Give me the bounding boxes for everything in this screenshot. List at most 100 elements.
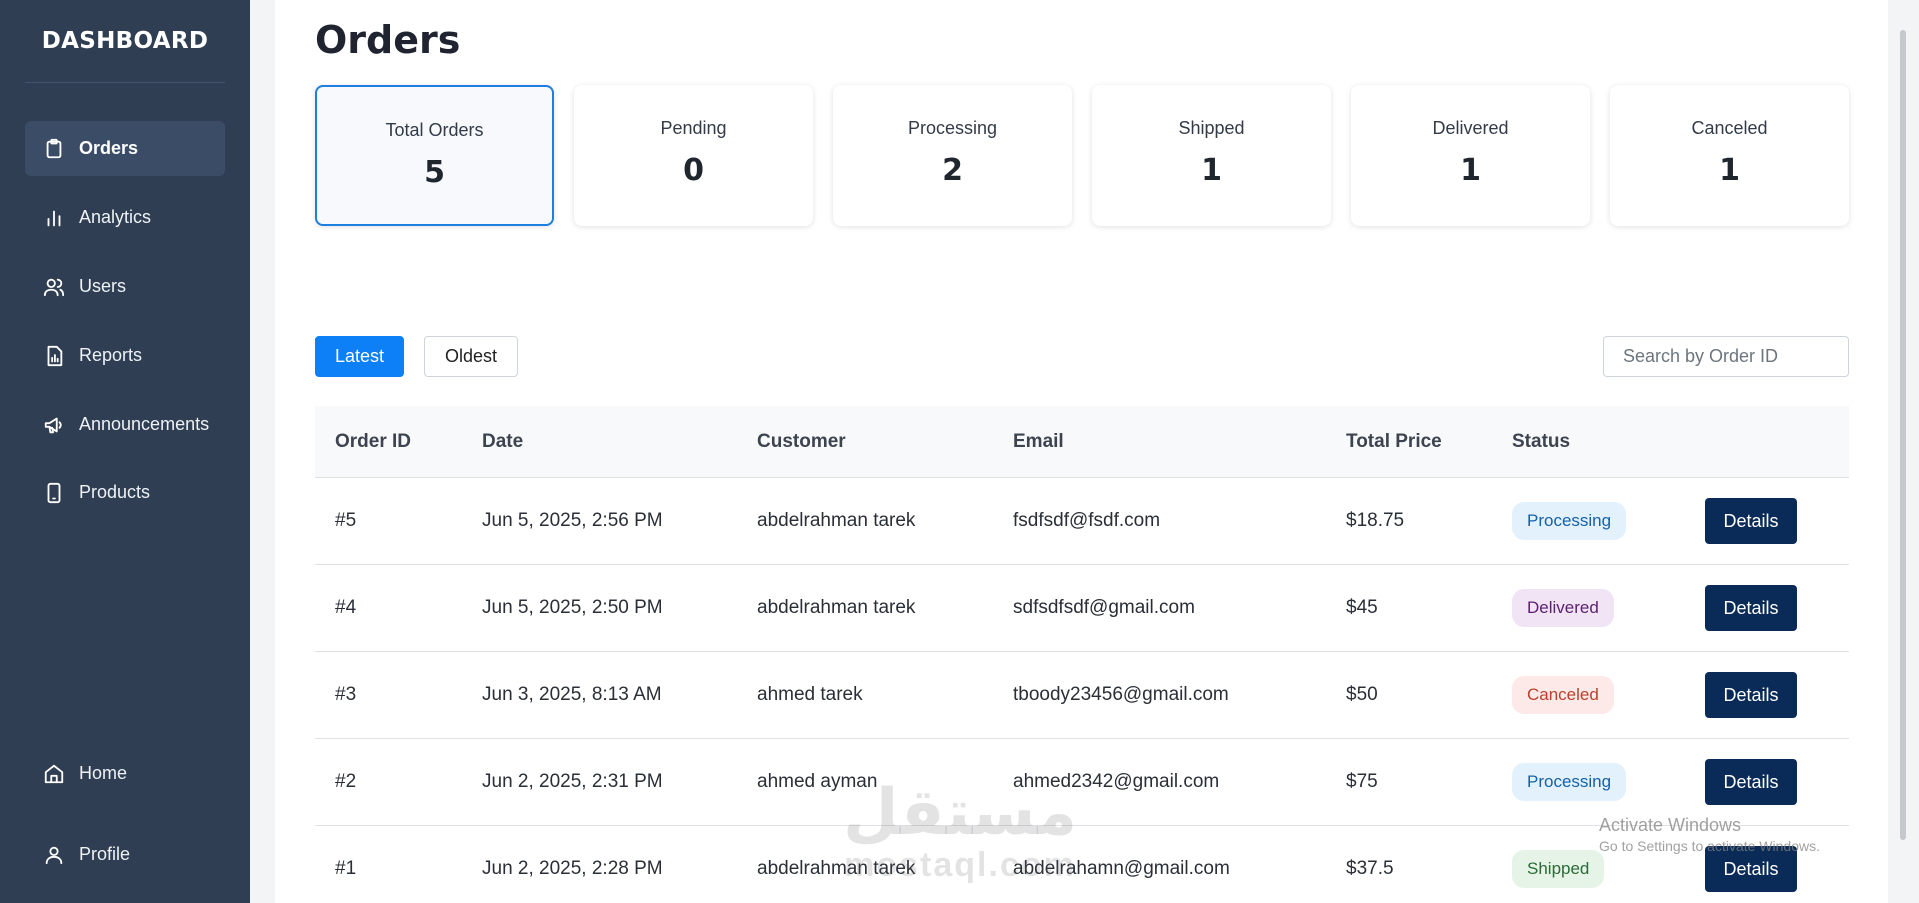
- date-cell: Jun 3, 2025, 8:13 AM: [482, 684, 662, 705]
- sidebar-item-label: Orders: [79, 138, 139, 158]
- email-cell: tboody23456@gmail.com: [1013, 684, 1229, 705]
- sidebar-item-label: Profile: [79, 844, 131, 864]
- table-row: #2 Jun 2, 2025, 2:31 PM ahmed ayman ahme…: [315, 739, 1849, 826]
- home-icon: [43, 763, 65, 785]
- details-button[interactable]: Details: [1705, 498, 1797, 544]
- vertical-scrollbar[interactable]: [1888, 0, 1919, 903]
- mostaql-watermark-logo: مستقل mostaql.com: [840, 772, 1080, 892]
- status-badge: Processing: [1512, 763, 1627, 801]
- customer-cell: ahmed tarek: [757, 684, 863, 705]
- stat-value: 1: [1201, 153, 1222, 188]
- table-row: #5 Jun 5, 2025, 2:56 PM abdelrahman tare…: [315, 478, 1849, 565]
- sort-oldest-button[interactable]: Oldest: [424, 336, 518, 377]
- status-cell: Canceled: [1512, 676, 1614, 714]
- customer-cell: abdelrahman tarek: [757, 510, 916, 531]
- stat-label: Pending: [660, 118, 727, 138]
- stat-value: 1: [1719, 153, 1740, 188]
- stat-card-pending[interactable]: Pending 0: [574, 85, 813, 226]
- stat-value: 0: [683, 153, 704, 188]
- details-button[interactable]: Details: [1705, 672, 1797, 718]
- column-header-date[interactable]: Date: [482, 431, 523, 453]
- column-header-email[interactable]: Email: [1013, 431, 1064, 453]
- price-cell: $50: [1346, 684, 1378, 705]
- sidebar-item-products[interactable]: Products: [25, 465, 225, 520]
- status-cell: Shipped: [1512, 850, 1605, 888]
- table-row: #4 Jun 5, 2025, 2:50 PM abdelrahman tare…: [315, 565, 1849, 652]
- stat-label: Processing: [907, 118, 998, 138]
- date-cell: Jun 2, 2025, 2:28 PM: [482, 858, 663, 879]
- details-button[interactable]: Details: [1705, 585, 1797, 631]
- status-badge: Processing: [1512, 502, 1627, 540]
- report-icon: [43, 345, 65, 367]
- user-icon: [43, 844, 65, 866]
- brand-title: DASHBOARD: [25, 0, 225, 83]
- bar-chart-icon: [43, 207, 65, 229]
- sidebar-item-profile[interactable]: Profile: [25, 827, 225, 882]
- scrollbar-thumb[interactable]: [1900, 30, 1906, 840]
- stat-label: Total Orders: [385, 120, 484, 140]
- column-header-total-price[interactable]: Total Price: [1346, 431, 1442, 453]
- phone-icon: [43, 482, 65, 504]
- activate-windows-watermark: Activate Windows Go to Settings to activ…: [1599, 814, 1820, 856]
- sidebar-item-label: Analytics: [79, 207, 152, 227]
- date-cell: Jun 2, 2025, 2:31 PM: [482, 771, 663, 792]
- sidebar-item-home[interactable]: Home: [25, 746, 225, 801]
- stat-value: 2: [942, 153, 963, 188]
- price-cell: $45: [1346, 597, 1378, 618]
- sidebar-item-label: Home: [79, 763, 128, 783]
- details-button[interactable]: Details: [1705, 759, 1797, 805]
- sidebar-item-reports[interactable]: Reports: [25, 328, 225, 383]
- table-header: Order ID Date Customer Email Total Price…: [315, 406, 1849, 478]
- activate-windows-subtitle: Go to Settings to activate Windows.: [1599, 838, 1820, 855]
- order-id-cell: #4: [335, 597, 357, 618]
- sidebar-item-label: Announcements: [79, 414, 210, 434]
- order-id-cell: #5: [335, 510, 357, 531]
- stat-value: 5: [424, 155, 445, 190]
- price-cell: $75: [1346, 771, 1378, 792]
- clipboard-icon: [43, 138, 65, 160]
- column-header-customer[interactable]: Customer: [757, 431, 846, 453]
- activate-windows-title: Activate Windows: [1599, 815, 1742, 835]
- stat-card-canceled[interactable]: Canceled 1: [1610, 85, 1849, 226]
- stat-card-shipped[interactable]: Shipped 1: [1092, 85, 1331, 226]
- stat-label: Shipped: [1178, 118, 1245, 138]
- status-badge: Shipped: [1512, 850, 1605, 888]
- sidebar-item-announcements[interactable]: Announcements: [25, 397, 225, 452]
- page-title: Orders: [315, 18, 461, 62]
- megaphone-icon: [43, 414, 65, 436]
- sort-latest-button[interactable]: Latest: [315, 336, 404, 377]
- email-cell: sdfsdfsdf@gmail.com: [1013, 597, 1195, 618]
- watermark-latin-text: mostaql.com: [844, 846, 1076, 884]
- date-cell: Jun 5, 2025, 2:50 PM: [482, 597, 663, 618]
- order-id-cell: #1: [335, 858, 357, 879]
- mostaql-logo-icon: مستقل: [843, 776, 1077, 850]
- order-id-cell: #2: [335, 771, 357, 792]
- email-cell: fsdfsdf@fsdf.com: [1013, 510, 1161, 531]
- sidebar-item-users[interactable]: Users: [25, 259, 225, 314]
- stat-value: 1: [1460, 153, 1481, 188]
- stat-label: Delivered: [1432, 118, 1509, 138]
- sidebar-item-analytics[interactable]: Analytics: [25, 190, 225, 245]
- status-cell: Delivered: [1512, 589, 1614, 627]
- sidebar-item-orders[interactable]: Orders: [25, 121, 225, 176]
- status-badge: Delivered: [1512, 589, 1614, 627]
- table-row: #3 Jun 3, 2025, 8:13 AM ahmed tarek tboo…: [315, 652, 1849, 739]
- sidebar-item-label: Users: [79, 276, 127, 296]
- status-badge: Canceled: [1512, 676, 1614, 714]
- status-cell: Processing: [1512, 502, 1627, 540]
- price-cell: $18.75: [1346, 510, 1405, 531]
- watermark-arabic-text: مستقل: [843, 776, 1077, 850]
- stat-card-total-orders[interactable]: Total Orders 5: [315, 85, 554, 226]
- price-cell: $37.5: [1346, 858, 1394, 879]
- status-cell: Processing: [1512, 763, 1627, 801]
- date-cell: Jun 5, 2025, 2:56 PM: [482, 510, 663, 531]
- sidebar-item-label: Reports: [79, 345, 143, 365]
- column-header-order-id[interactable]: Order ID: [335, 431, 411, 453]
- main-content: Orders Total Orders 5 Pending 0 Processi…: [275, 0, 1888, 903]
- stat-card-delivered[interactable]: Delivered 1: [1351, 85, 1590, 226]
- sidebar: DASHBOARD Orders Analytics Users Reports…: [0, 0, 250, 903]
- stat-card-processing[interactable]: Processing 2: [833, 85, 1072, 226]
- search-input[interactable]: [1603, 336, 1849, 377]
- sidebar-item-label: Products: [79, 482, 151, 502]
- column-header-status[interactable]: Status: [1512, 431, 1570, 453]
